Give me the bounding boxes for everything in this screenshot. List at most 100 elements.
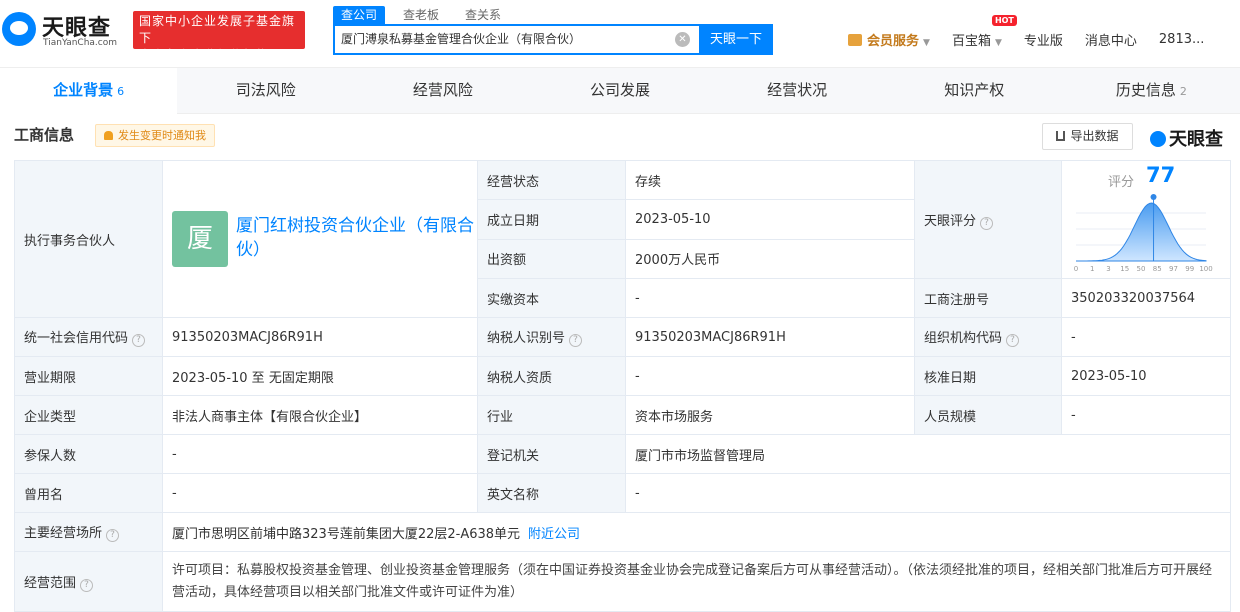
search-tab-relation[interactable]: 查关系 (457, 6, 509, 24)
partner-label: 执行事务合伙人 (14, 160, 163, 318)
brand-watermark: 天眼查 (1150, 125, 1223, 151)
tab-label: 经营风险 (412, 81, 473, 99)
help-icon[interactable]: ? (80, 578, 94, 592)
capital-label: 出资额 (477, 238, 626, 280)
orgcode-value: - (1061, 317, 1231, 357)
capital-value: 2000万人民币 (625, 238, 915, 280)
help-icon[interactable]: ? (1006, 334, 1020, 347)
score-text: 评分 (1108, 175, 1135, 190)
pro-link[interactable]: 专业版 (1024, 30, 1063, 49)
tab-ip[interactable]: 知识产权 (886, 68, 1063, 114)
tab-business-status[interactable]: 经营状况 (709, 68, 886, 114)
slogan-line1: 国家中小企业发展子基金旗下 (139, 14, 296, 45)
tick-label: 50 (1137, 265, 1146, 273)
export-label: 导出数据 (1070, 129, 1119, 143)
help-icon[interactable]: ? (569, 334, 583, 347)
score-widget[interactable]: 评分 77 0 1 3 15 50 85 97 99 100 (1063, 162, 1230, 278)
type-label: 企业类型 (14, 395, 163, 435)
tab-development[interactable]: 公司发展 (531, 68, 708, 114)
taxid-value: 91350203MACJ86R91H (625, 317, 915, 357)
taxid-label-text: 纳税人识别号 (487, 331, 566, 346)
address-label: 主要经营场所? (14, 512, 163, 552)
tab-label: 企业背景 (53, 81, 114, 99)
staff-label: 人员规模 (914, 395, 1062, 435)
partner-name-link[interactable]: 厦门红树投资合伙企业（有限合伙） (236, 214, 476, 262)
user-account-menu[interactable]: 2813... (1159, 32, 1204, 47)
score-label: 天眼评分? (914, 160, 1062, 279)
tab-background[interactable]: 企业背景 6 (0, 68, 178, 114)
search-tab-boss[interactable]: 查老板 (395, 6, 447, 24)
partner-avatar: 厦 (172, 211, 228, 267)
taxid-label: 纳税人识别号? (477, 317, 626, 357)
toolbox-menu[interactable]: 百宝箱 ▼ HOT (952, 15, 1017, 49)
nearby-companies-link[interactable]: 附近公司 (528, 527, 580, 542)
search-tabs: 查公司 查老板 查关系 (333, 6, 509, 24)
tab-label: 公司发展 (589, 81, 650, 99)
approved-label: 核准日期 (914, 356, 1062, 396)
tab-label: 历史信息 (1115, 81, 1176, 99)
vip-label: 会员服务 (867, 34, 920, 49)
table-row: 营业期限 2023-05-10 至 无固定期限 纳税人资质 - 核准日期 202… (14, 356, 1231, 396)
former-name-label: 曾用名 (14, 473, 163, 513)
tab-history[interactable]: 历史信息 2 (1063, 68, 1240, 114)
message-center-link[interactable]: 消息中心 (1085, 30, 1137, 49)
score-value: 77 (1146, 163, 1176, 187)
notify-label: 发生变更时通知我 (118, 129, 206, 142)
tick-label: 0 (1074, 265, 1078, 273)
founded-label: 成立日期 (477, 199, 626, 240)
chevron-down-icon: ▼ (994, 38, 1002, 48)
english-name-value: - (625, 473, 1231, 513)
site-logo[interactable]: 天眼查 TianYanCha.com (2, 10, 127, 52)
address-label-text: 主要经营场所 (24, 526, 103, 541)
notify-change-button[interactable]: 发生变更时通知我 (95, 124, 215, 147)
paid-capital-value: - (625, 278, 915, 318)
insured-label: 参保人数 (14, 434, 163, 474)
vip-service-menu[interactable]: 会员服务 ▼ (848, 30, 930, 49)
search-button[interactable]: 天眼一下 (699, 24, 773, 55)
staff-value: - (1061, 395, 1231, 435)
term-value: 2023-05-10 至 无固定期限 (162, 356, 478, 396)
tick-label: 99 (1185, 265, 1194, 273)
download-icon (1056, 131, 1066, 141)
tick-label: 3 (1106, 265, 1110, 273)
paid-capital-label: 实缴资本 (477, 278, 626, 318)
type-value: 非法人商事主体【有限合伙企业】 (162, 395, 478, 435)
industry-label: 行业 (477, 395, 626, 435)
help-icon[interactable]: ? (132, 334, 146, 347)
company-tabs: 企业背景 6 司法风险 经营风险 公司发展 经营状况 知识产权 历史信息 2 (0, 68, 1240, 114)
tick-label: 97 (1169, 265, 1178, 273)
authority-value: 厦门市市场监督管理局 (625, 434, 1231, 474)
tab-label: 知识产权 (944, 81, 1005, 99)
help-icon[interactable]: ? (980, 216, 994, 230)
search-box: ✕ (333, 24, 699, 55)
search-tab-company[interactable]: 查公司 (333, 6, 386, 24)
search-input[interactable] (341, 31, 661, 45)
tab-judicial-risk[interactable]: 司法风险 (177, 68, 354, 114)
help-icon[interactable]: ? (106, 529, 120, 542)
table-row: 主要经营场所? 厦门市思明区前埔中路323号莲前集团大厦22层2-A638单元附… (14, 512, 1231, 552)
clear-icon[interactable]: ✕ (675, 32, 690, 47)
credit-code-label-text: 统一社会信用代码 (24, 331, 129, 346)
crown-icon (848, 34, 862, 46)
founded-value: 2023-05-10 (625, 199, 915, 240)
logo-domain: TianYanCha.com (43, 38, 118, 48)
partner-block: 厦 厦门红树投资合伙企业（有限合伙） (172, 164, 474, 314)
partner-cell: 厦 厦门红树投资合伙企业（有限合伙） (162, 160, 478, 318)
export-data-button[interactable]: 导出数据 (1042, 123, 1133, 150)
address-text: 厦门市思明区前埔中路323号莲前集团大厦22层2-A638单元 (172, 526, 521, 542)
tick-label: 1 (1090, 265, 1094, 273)
former-name-value: - (162, 473, 478, 513)
scope-value: 许可项目：私募股权投资基金管理、创业投资基金管理服务（须在中国证券投资基金业协会… (162, 551, 1231, 612)
regno-label: 工商注册号 (914, 278, 1062, 318)
chart-ticks: 0 1 3 15 50 85 97 99 100 (1074, 265, 1213, 273)
logo-eye-icon (1150, 131, 1166, 147)
approved-value: 2023-05-10 (1061, 356, 1231, 396)
table-row: 经营范围? 许可项目：私募股权投资基金管理、创业投资基金管理服务（须在中国证券投… (14, 551, 1231, 612)
term-label: 营业期限 (14, 356, 163, 396)
credit-code-label: 统一社会信用代码? (14, 317, 163, 357)
table-row: 企业类型 非法人商事主体【有限合伙企业】 行业 资本市场服务 人员规模 - (14, 395, 1231, 435)
tab-operation-risk[interactable]: 经营风险 (354, 68, 531, 114)
score-cell: 评分 77 0 1 3 15 50 85 97 99 100 (1061, 160, 1231, 279)
status-value: 存续 (625, 159, 915, 201)
table-row: 曾用名 - 英文名称 - (14, 473, 1231, 513)
